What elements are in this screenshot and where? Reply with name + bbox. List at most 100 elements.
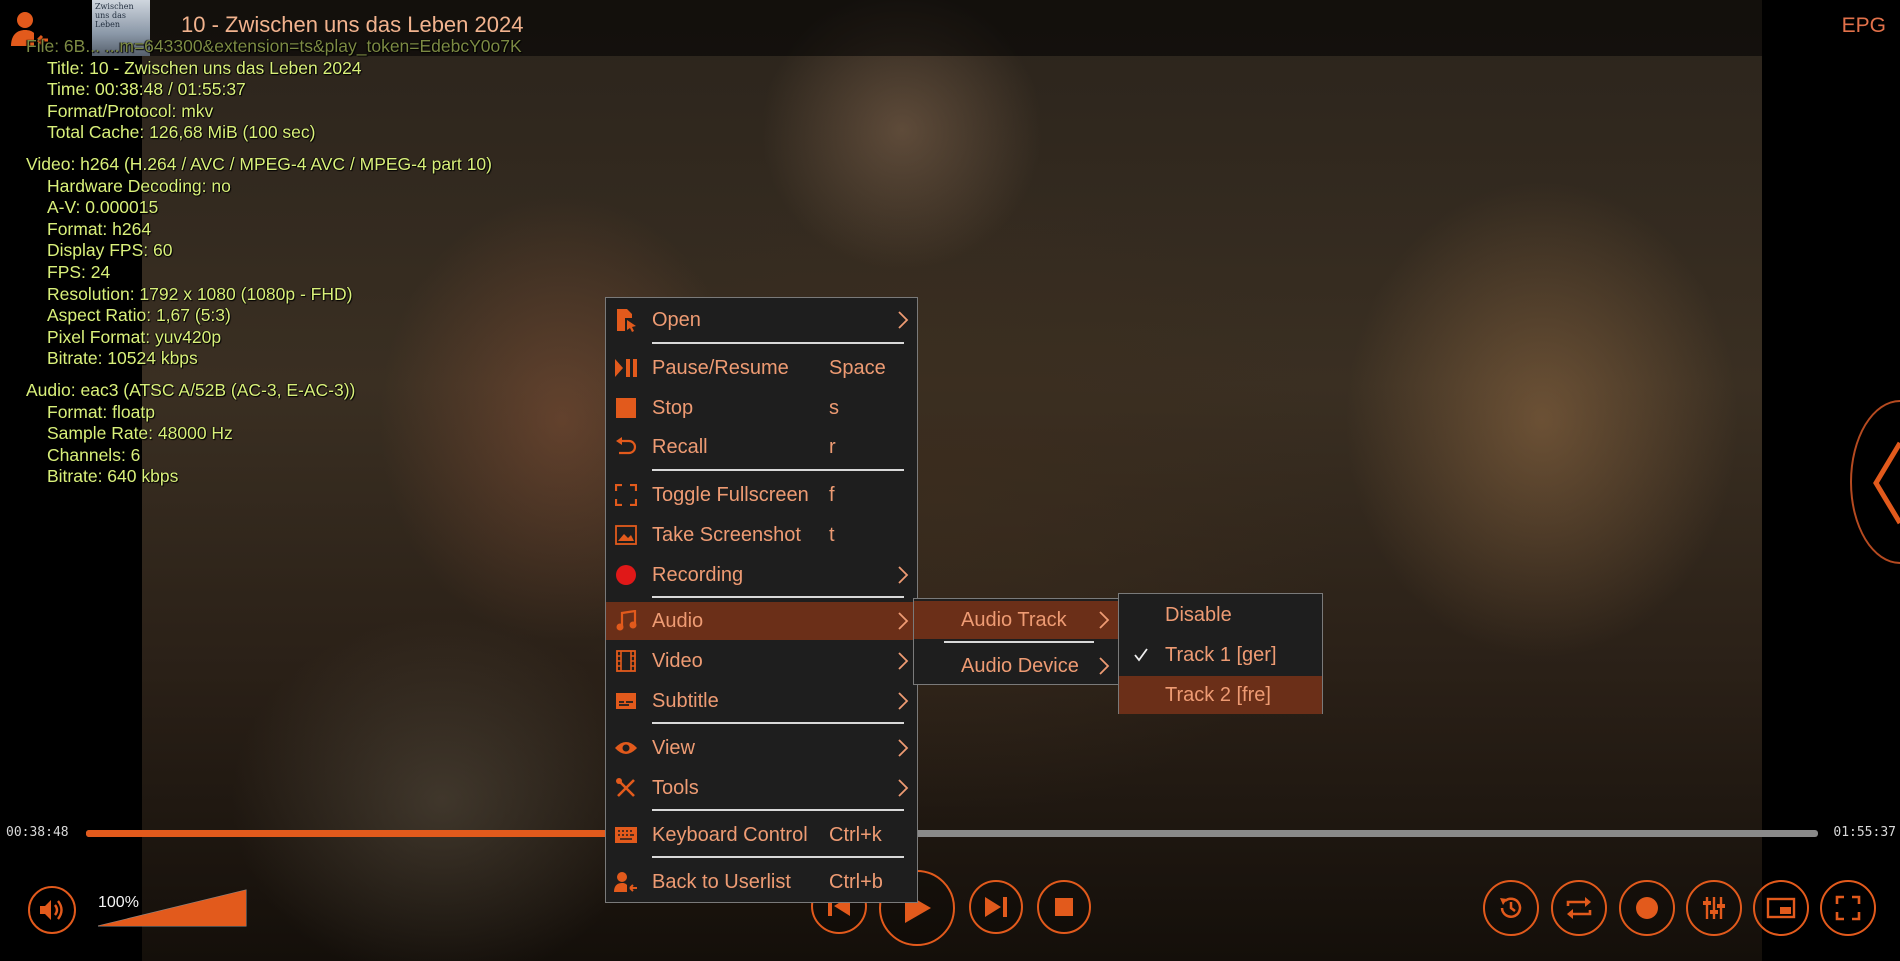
menu-separator [944, 641, 1094, 643]
menu-separator [652, 809, 904, 811]
film-icon [614, 649, 638, 673]
stats-audio: Audio: eac3 (ATSC A/52B (AC-3, E-AC-3)) [26, 379, 356, 400]
chevron-right-icon [898, 311, 909, 329]
menu-item-take-screenshot[interactable]: Take Screenshot t [606, 516, 917, 554]
stats-format: Format/Protocol: mkv [47, 100, 214, 121]
chevron-right-icon [898, 692, 909, 710]
stats-vbitrate: Bitrate: 10524 kbps [47, 348, 198, 369]
record-button[interactable] [1619, 880, 1675, 936]
menu-item-pause-resume[interactable]: Pause/Resume Space [606, 349, 917, 387]
speaker-icon [40, 900, 63, 920]
seek-progress [86, 830, 668, 837]
picture-in-picture-button[interactable] [1753, 880, 1809, 936]
audio-submenu: Audio Track Audio Device [913, 598, 1119, 685]
menu-item-recording[interactable]: Recording [606, 556, 917, 594]
stats-av: A-V: 0.000015 [47, 197, 159, 218]
chevron-right-icon [898, 779, 909, 797]
back-to-userlist-icon [614, 870, 638, 894]
seek-bar[interactable] [86, 830, 1818, 837]
menu-item-recall[interactable]: Recall r [606, 428, 917, 466]
menu-item-stop[interactable]: Stop s [606, 389, 917, 427]
record-icon [614, 563, 638, 587]
stop-button[interactable] [1037, 880, 1091, 934]
stop-icon [1055, 898, 1073, 916]
menu-item-track-1[interactable]: Track 1 [ger] [1119, 636, 1322, 674]
menu-item-video[interactable]: Video [606, 642, 917, 680]
stats-time: Time: 00:38:48 / 01:55:37 [47, 79, 246, 100]
subtitle-icon [614, 689, 638, 713]
menu-separator [652, 856, 904, 858]
stats-resolution: Resolution: 1792 x 1080 (1080p - FHD) [47, 283, 353, 304]
eye-icon [614, 736, 638, 760]
side-panel-handle[interactable] [1850, 400, 1900, 564]
chevron-right-icon [898, 566, 909, 584]
fullscreen-icon [614, 483, 638, 507]
menu-item-toggle-fullscreen[interactable]: Toggle Fullscreen f [606, 476, 917, 514]
fullscreen-button[interactable] [1820, 880, 1876, 936]
screenshot-icon [614, 523, 638, 547]
menu-item-track-disable[interactable]: Disable [1119, 596, 1322, 634]
stop-icon [614, 396, 638, 420]
history-icon [1500, 897, 1522, 918]
stats-fps: FPS: 24 [47, 261, 111, 282]
menu-item-view[interactable]: View [606, 729, 917, 767]
menu-separator [652, 469, 904, 471]
menu-separator [652, 596, 904, 598]
stats-sample-rate: Sample Rate: 48000 Hz [47, 423, 233, 444]
next-button[interactable] [969, 880, 1023, 934]
stats-display-fps: Display FPS: 60 [47, 240, 173, 261]
menu-item-back-to-userlist[interactable]: Back to Userlist Ctrl+b [606, 863, 917, 901]
mute-button[interactable] [28, 886, 76, 934]
repeat-button[interactable] [1551, 880, 1607, 936]
stats-vformat: Format: h264 [47, 218, 152, 239]
menu-separator [652, 722, 904, 724]
menu-separator [652, 342, 904, 344]
menu-item-audio-track[interactable]: Audio Track [914, 601, 1118, 639]
audio-track-submenu: Disable Track 1 [ger] Track 2 [fre] [1118, 593, 1323, 714]
menu-item-audio-device[interactable]: Audio Device [914, 647, 1118, 685]
stats-overlay: File: 6B... ...m=643300&extension=ts&pla… [26, 36, 522, 488]
chevron-right-icon [898, 739, 909, 757]
fullscreen-icon [1835, 895, 1861, 921]
epg-button[interactable]: EPG [1842, 14, 1886, 38]
poster-text: Zwischen uns das Leben [95, 2, 134, 29]
stats-channels: Channels: 6 [47, 444, 141, 465]
record-icon [1636, 897, 1658, 919]
menu-item-keyboard-control[interactable]: Keyboard Control Ctrl+k [606, 816, 917, 854]
stats-title: Title: 10 - Zwischen uns das Leben 2024 [47, 57, 362, 78]
stats-hwdec: Hardware Decoding: no [47, 175, 231, 196]
stats-aspect: Aspect Ratio: 1,67 (5:3) [47, 305, 231, 326]
chevron-left-icon [1873, 441, 1900, 525]
menu-item-subtitle[interactable]: Subtitle [606, 682, 917, 720]
equalizer-button[interactable] [1686, 880, 1742, 936]
menu-item-audio[interactable]: Audio [606, 602, 917, 640]
music-note-icon [614, 609, 638, 633]
open-file-icon [614, 308, 638, 332]
menu-item-track-2[interactable]: Track 2 [fre] [1119, 676, 1322, 714]
stats-file: File: 6B... ...m=643300&extension=ts&pla… [26, 36, 522, 56]
menu-item-open[interactable]: Open [606, 301, 917, 339]
stats-video: Video: h264 (H.264 / AVC / MPEG-4 AVC / … [26, 153, 492, 174]
equalizer-icon [1703, 897, 1725, 919]
stats-aformat: Format: floatp [47, 401, 155, 422]
stats-pixfmt: Pixel Format: yuv420p [47, 326, 222, 347]
chevron-right-icon [1099, 657, 1110, 675]
repeat-icon [1566, 897, 1592, 919]
time-total: 01:55:37 [1833, 825, 1896, 840]
pip-icon [1766, 897, 1796, 919]
tools-icon [614, 776, 638, 800]
chevron-right-icon [898, 612, 909, 630]
context-menu: Open Pause/Resume Space Stop s Recall r … [605, 297, 918, 903]
stats-cache: Total Cache: 126,68 MiB (100 sec) [47, 122, 316, 143]
chevron-right-icon [898, 652, 909, 670]
volume-percent: 100% [98, 894, 139, 911]
skip-next-icon [985, 897, 1007, 917]
history-button[interactable] [1483, 880, 1539, 936]
keyboard-icon [614, 823, 638, 847]
media-title: 10 - Zwischen uns das Leben 2024 [181, 12, 524, 37]
checkmark-icon [1129, 643, 1153, 667]
chevron-right-icon [1099, 611, 1110, 629]
pause-play-icon [614, 356, 638, 380]
recall-icon [614, 435, 638, 459]
menu-item-tools[interactable]: Tools [606, 769, 917, 807]
